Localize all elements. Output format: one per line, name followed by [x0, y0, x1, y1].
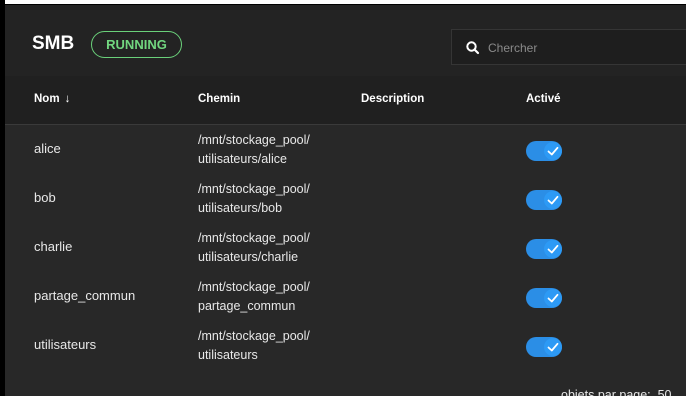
toggle-knob: [544, 289, 562, 307]
per-page-label: objets par page:: [561, 388, 651, 396]
share-path: /mnt/stockage_pool/ utilisateurs/alice: [198, 131, 310, 169]
share-name: charlie: [34, 239, 73, 254]
share-path-line-1: /mnt/stockage_pool/: [198, 182, 310, 196]
enabled-toggle[interactable]: [526, 141, 562, 161]
search-box[interactable]: [451, 29, 686, 65]
toggle-knob: [544, 191, 562, 209]
enabled-toggle[interactable]: [526, 190, 562, 210]
column-label-name: Nom: [34, 93, 60, 105]
panel-header: SMB RUNNING: [5, 5, 686, 77]
enabled-toggle[interactable]: [526, 288, 562, 308]
share-path-line-2: utilisateurs: [198, 348, 258, 362]
check-icon: [547, 342, 559, 352]
column-header-description[interactable]: Description: [361, 93, 424, 105]
table-header: Nom ↓ Chemin Description Activé: [5, 76, 686, 125]
table-row[interactable]: charlie /mnt/stockage_pool/ utilisateurs…: [5, 223, 686, 273]
table-footer: objets par page: 50: [5, 366, 686, 396]
toggle-knob: [544, 338, 562, 356]
pagination: objets par page: 50: [561, 388, 672, 396]
table-row[interactable]: bob /mnt/stockage_pool/ utilisateurs/bob: [5, 174, 686, 224]
screenshot-border-top: [0, 4, 686, 5]
share-path-line-1: /mnt/stockage_pool/: [198, 280, 310, 294]
table-row[interactable]: partage_commun /mnt/stockage_pool/ parta…: [5, 272, 686, 322]
share-path: /mnt/stockage_pool/ utilisateurs/bob: [198, 180, 310, 218]
check-icon: [547, 244, 559, 254]
smb-panel: SMB RUNNING Nom ↓ Chemin Description Acti…: [5, 5, 686, 396]
share-path-line-2: utilisateurs/alice: [198, 152, 287, 166]
search-input[interactable]: [486, 36, 680, 60]
column-header-path[interactable]: Chemin: [198, 93, 240, 105]
enabled-toggle[interactable]: [526, 337, 562, 357]
per-page-select[interactable]: 50: [658, 388, 672, 396]
share-path-line-1: /mnt/stockage_pool/: [198, 231, 310, 245]
enabled-toggle[interactable]: [526, 239, 562, 259]
share-path-line-2: utilisateurs/bob: [198, 201, 283, 215]
share-name: alice: [34, 141, 61, 156]
table-row[interactable]: utilisateurs /mnt/stockage_pool/ utilisa…: [5, 321, 686, 371]
share-path-line-2: partage_commun: [198, 299, 296, 313]
page-title: SMB: [32, 33, 75, 54]
share-path-line-2: utilisateurs/charlie: [198, 250, 299, 264]
share-name: bob: [34, 190, 56, 205]
share-path: /mnt/stockage_pool/ partage_commun: [198, 278, 310, 316]
share-name: partage_commun: [34, 288, 136, 303]
share-path-line-1: /mnt/stockage_pool/: [198, 133, 310, 147]
screenshot-border-left: [0, 0, 5, 396]
toggle-knob: [544, 240, 562, 258]
search-icon: [464, 39, 482, 57]
check-icon: [547, 146, 559, 156]
table-row[interactable]: alice /mnt/stockage_pool/ utilisateurs/a…: [5, 125, 686, 175]
share-path: /mnt/stockage_pool/ utilisateurs/charlie: [198, 229, 310, 267]
toggle-knob: [544, 142, 562, 160]
share-path: /mnt/stockage_pool/ utilisateurs: [198, 327, 310, 365]
check-icon: [547, 195, 559, 205]
share-path-line-1: /mnt/stockage_pool/: [198, 329, 310, 343]
check-icon: [547, 293, 559, 303]
status-badge: RUNNING: [91, 31, 182, 58]
sort-arrow-icon[interactable]: ↓: [65, 93, 71, 105]
share-name: utilisateurs: [34, 337, 97, 352]
column-header-name[interactable]: Nom ↓: [34, 93, 70, 105]
column-header-enabled[interactable]: Activé: [526, 93, 561, 105]
